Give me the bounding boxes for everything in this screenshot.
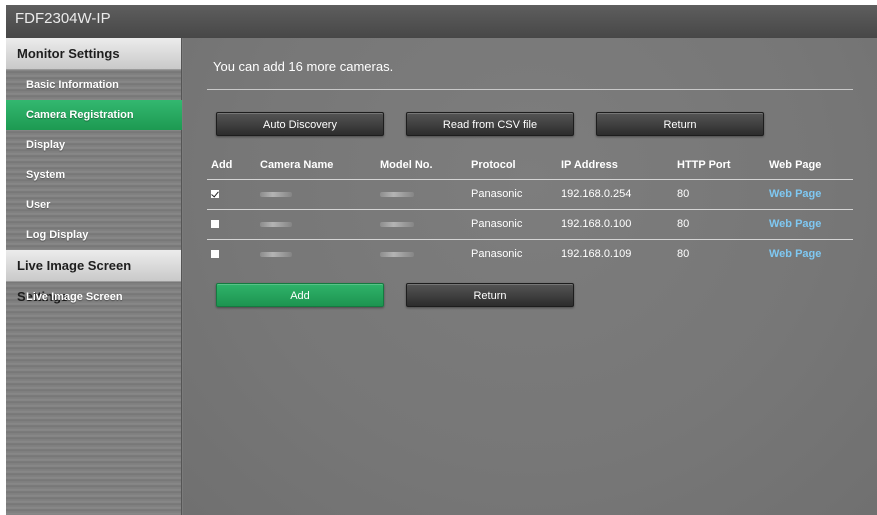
column-header-web-page: Web Page [769,159,822,171]
app-frame: FDF2304W-IP Monitor Settings Basic Infor… [6,5,877,515]
section-header-live-image-screen-settings[interactable]: Live Image Screen Settings [6,250,181,304]
column-header-http-port: HTTP Port [677,159,731,171]
sidebar-item-log-display[interactable]: Log Display [6,220,181,250]
sidebar-item-live-image-screen[interactable]: Live Image Screen [6,282,181,312]
table-row: Panasonic 192.168.0.254 80 Web Page [207,180,853,210]
sidebar-item-camera-registration[interactable]: Camera Registration [6,100,182,130]
add-checkbox[interactable] [211,190,219,198]
model-no-redacted [380,252,414,257]
remaining-cameras-text: You can add 16 more cameras. [213,59,394,74]
return-button-top[interactable]: Return [596,112,764,136]
protocol-cell: Panasonic [471,188,523,200]
sidebar: Monitor Settings Basic Information Camer… [6,38,182,515]
http-port-cell: 80 [677,218,690,230]
column-header-camera-name: Camera Name [260,159,334,171]
column-header-ip-address: IP Address [561,159,618,171]
ip-address-cell: 192.168.0.254 [561,188,632,200]
read-csv-button[interactable]: Read from CSV file [406,112,574,136]
add-checkbox[interactable] [211,220,219,228]
add-button[interactable]: Add [216,283,384,307]
sidebar-item-display[interactable]: Display [6,130,181,160]
http-port-cell: 80 [677,188,690,200]
camera-name-redacted [260,222,292,227]
sidebar-item-user[interactable]: User [6,190,181,220]
window-title: FDF2304W-IP [6,5,877,38]
camera-table: Add Camera Name Model No. Protocol IP Ad… [207,151,853,269]
ip-address-cell: 192.168.0.100 [561,218,632,230]
camera-name-redacted [260,192,292,197]
column-header-add: Add [211,159,233,171]
web-page-link[interactable]: Web Page [769,240,821,268]
sidebar-item-basic-information[interactable]: Basic Information [6,70,181,100]
camera-name-redacted [260,252,292,257]
model-no-redacted [380,192,414,197]
auto-discovery-button[interactable]: Auto Discovery [216,112,384,136]
table-row: Panasonic 192.168.0.100 80 Web Page [207,210,853,240]
sidebar-item-system[interactable]: System [6,160,181,190]
protocol-cell: Panasonic [471,218,523,230]
protocol-cell: Panasonic [471,248,523,260]
http-port-cell: 80 [677,248,690,260]
main-content: You can add 16 more cameras. Auto Discov… [183,38,877,515]
add-checkbox[interactable] [211,250,219,258]
web-page-link[interactable]: Web Page [769,210,821,238]
column-header-protocol: Protocol [471,159,516,171]
column-header-model-no: Model No. [380,159,433,171]
web-page-link[interactable]: Web Page [769,180,821,208]
divider [207,89,853,90]
table-header-row: Add Camera Name Model No. Protocol IP Ad… [207,151,853,180]
section-header-monitor-settings[interactable]: Monitor Settings [6,38,181,70]
return-button-bottom[interactable]: Return [406,283,574,307]
ip-address-cell: 192.168.0.109 [561,248,632,260]
table-row: Panasonic 192.168.0.109 80 Web Page [207,240,853,269]
model-no-redacted [380,222,414,227]
